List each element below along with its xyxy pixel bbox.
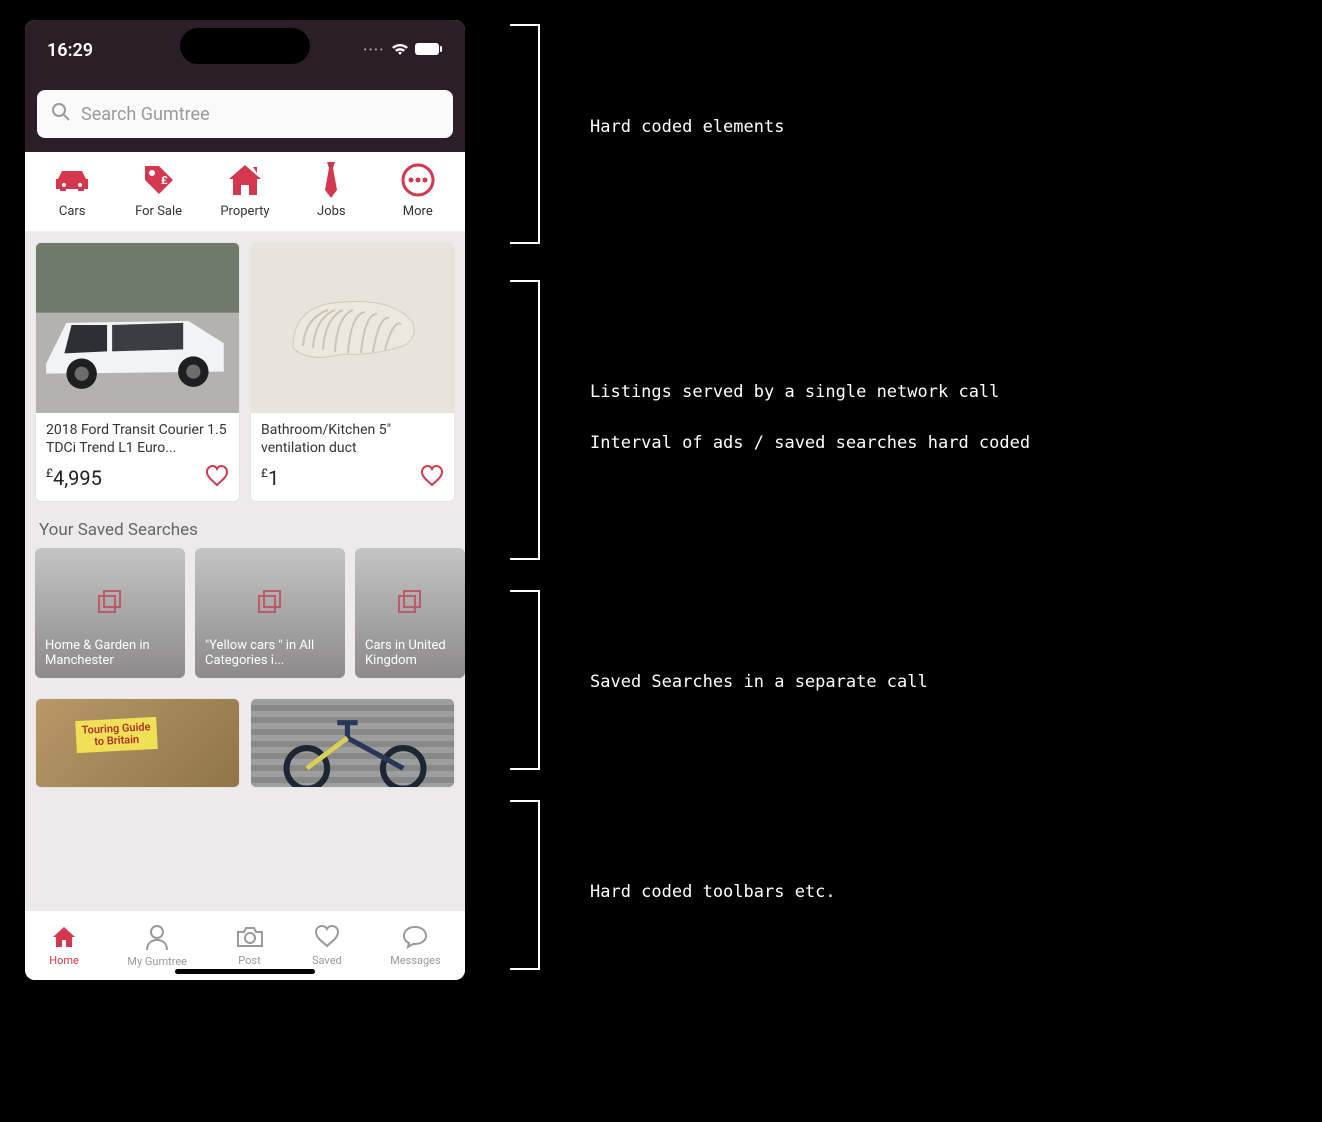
listing-image bbox=[251, 699, 454, 787]
annotation-text: Listings served by a single network call… bbox=[590, 380, 1030, 457]
svg-text:£: £ bbox=[161, 174, 168, 187]
home-indicator bbox=[175, 969, 315, 974]
saved-search-card[interactable]: Cars in United Kingdom bbox=[355, 548, 465, 678]
wifi-icon bbox=[391, 41, 409, 60]
camera-icon bbox=[236, 925, 264, 952]
content-scroll[interactable]: 2018 Ford Transit Courier 1.5 TDCi Trend… bbox=[25, 232, 465, 910]
phone-frame: 16:29 •••• Search Gumtree Cars bbox=[25, 20, 465, 980]
annotation-text: Hard coded elements bbox=[590, 115, 784, 141]
notch bbox=[180, 28, 310, 64]
listing-row: Touring Guideto Britain bbox=[25, 688, 465, 788]
listing-price: £1 bbox=[261, 466, 279, 490]
saved-searches-row[interactable]: Home & Garden in Manchester "Yellow cars… bbox=[25, 548, 465, 688]
favorite-button[interactable] bbox=[205, 465, 229, 491]
tab-post[interactable]: Post bbox=[236, 925, 264, 967]
listing-title: 2018 Ford Transit Courier 1.5 TDCi Trend… bbox=[36, 413, 239, 461]
bracket bbox=[510, 24, 540, 244]
cat-property[interactable]: Property bbox=[205, 162, 285, 219]
stack-icon bbox=[396, 588, 424, 620]
stack-icon bbox=[96, 588, 124, 620]
listing-image bbox=[36, 243, 239, 413]
cat-label: For Sale bbox=[135, 204, 182, 219]
listing-image: Touring Guideto Britain bbox=[36, 699, 239, 787]
tab-home[interactable]: Home bbox=[49, 925, 79, 967]
annotation-text: Hard coded toolbars etc. bbox=[590, 880, 836, 906]
tab-messages[interactable]: Messages bbox=[390, 925, 440, 967]
cat-forsale[interactable]: £ For Sale bbox=[119, 162, 199, 219]
saved-search-card[interactable]: "Yellow cars " in All Categories i... bbox=[195, 548, 345, 678]
cat-label: Property bbox=[220, 204, 269, 219]
search-icon bbox=[51, 102, 71, 126]
listing-row: 2018 Ford Transit Courier 1.5 TDCi Trend… bbox=[25, 232, 465, 512]
search-input[interactable]: Search Gumtree bbox=[37, 90, 453, 138]
home-icon bbox=[51, 925, 77, 952]
status-bar: 16:29 •••• bbox=[25, 20, 465, 80]
tab-label: Messages bbox=[390, 954, 440, 967]
signal-dots-icon: •••• bbox=[364, 45, 386, 56]
heart-icon bbox=[314, 925, 340, 952]
saved-search-label: "Yellow cars " in All Categories i... bbox=[205, 638, 335, 668]
stack-icon bbox=[256, 588, 284, 620]
cat-more[interactable]: More bbox=[378, 162, 458, 219]
search-placeholder: Search Gumtree bbox=[81, 104, 210, 125]
listing-card[interactable]: Touring Guideto Britain bbox=[35, 698, 240, 788]
house-icon bbox=[225, 162, 265, 198]
listing-price: £4,995 bbox=[46, 466, 102, 490]
listing-title: Bathroom/Kitchen 5" ventilation duct bbox=[251, 413, 454, 461]
status-icons: •••• bbox=[364, 41, 444, 60]
tab-label: My Gumtree bbox=[127, 955, 187, 968]
cat-cars[interactable]: Cars bbox=[32, 162, 112, 219]
tab-label: Saved bbox=[312, 954, 342, 967]
listing-card[interactable] bbox=[250, 698, 455, 788]
cat-label: Jobs bbox=[317, 204, 346, 219]
cat-jobs[interactable]: Jobs bbox=[291, 162, 371, 219]
saved-searches-header: Your Saved Searches bbox=[25, 512, 465, 548]
status-time: 16:29 bbox=[47, 40, 93, 61]
saved-search-label: Cars in United Kingdom bbox=[365, 638, 455, 668]
cat-label: More bbox=[403, 204, 433, 219]
tab-mygumtree[interactable]: My Gumtree bbox=[127, 924, 187, 968]
search-bar-container: Search Gumtree bbox=[25, 80, 465, 152]
more-icon bbox=[398, 162, 438, 198]
tab-label: Post bbox=[238, 954, 260, 967]
tie-icon bbox=[311, 162, 351, 198]
bracket bbox=[510, 280, 540, 560]
listing-card[interactable]: Bathroom/Kitchen 5" ventilation duct £1 bbox=[250, 242, 455, 502]
bracket bbox=[510, 800, 540, 970]
tag-icon: £ bbox=[139, 162, 179, 198]
tab-saved[interactable]: Saved bbox=[312, 925, 342, 967]
saved-search-card[interactable]: Home & Garden in Manchester bbox=[35, 548, 185, 678]
tab-label: Home bbox=[49, 954, 79, 967]
listing-image bbox=[251, 243, 454, 413]
car-icon bbox=[52, 162, 92, 198]
category-row: Cars £ For Sale Property Jobs More bbox=[25, 152, 465, 232]
annotation-text: Saved Searches in a separate call bbox=[590, 670, 928, 696]
saved-search-label: Home & Garden in Manchester bbox=[45, 638, 175, 668]
bracket bbox=[510, 590, 540, 770]
person-icon bbox=[145, 924, 169, 953]
chat-icon bbox=[402, 925, 428, 952]
battery-icon bbox=[415, 41, 443, 60]
listing-card[interactable]: 2018 Ford Transit Courier 1.5 TDCi Trend… bbox=[35, 242, 240, 502]
book-cover-text: Touring Guideto Britain bbox=[75, 717, 157, 753]
favorite-button[interactable] bbox=[420, 465, 444, 491]
cat-label: Cars bbox=[59, 204, 86, 219]
